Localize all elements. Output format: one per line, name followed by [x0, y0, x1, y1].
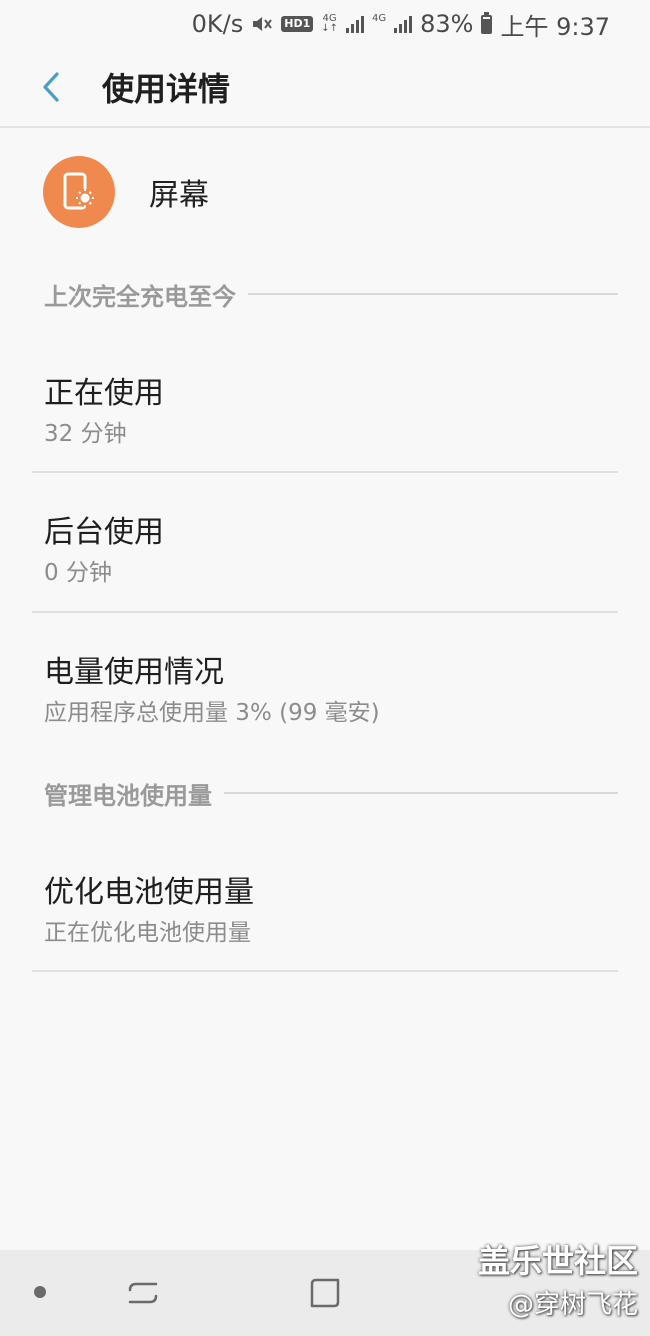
app-header: 屏幕 — [0, 155, 650, 229]
watermark-author: @穿树飞花 — [507, 1290, 638, 1320]
item-subtitle: 应用程序总使用量 3% (99 毫安) — [44, 700, 380, 726]
section-label: 管理电池使用量 — [44, 781, 212, 810]
app-name: 屏幕 — [149, 178, 209, 213]
app-bar: 使用详情 — [0, 48, 650, 128]
section-rule — [224, 792, 618, 794]
item-title: 正在使用 — [44, 376, 164, 411]
battery-icon — [481, 11, 493, 34]
app-icon — [43, 156, 115, 228]
clock: 上午 9:37 — [500, 12, 610, 41]
divider — [32, 970, 618, 972]
section-header-since-charge: 上次完全充电至今 — [44, 279, 618, 311]
recents-icon[interactable] — [126, 1276, 160, 1310]
section-header-manage-battery: 管理电池使用量 — [44, 778, 618, 810]
list-item-foreground-usage[interactable]: 正在使用 32 分钟 — [0, 334, 650, 472]
screen-brightness-icon — [63, 172, 94, 210]
back-button[interactable] — [26, 62, 76, 112]
status-bar: 0K/s HD1 4G ↓↑ 4G 83% 上午 9:37 — [0, 0, 650, 48]
list-item-background-usage[interactable]: 后台使用 0 分钟 — [0, 473, 650, 611]
watermark-title: 盖乐世社区 — [477, 1242, 638, 1280]
section-rule — [248, 293, 618, 295]
home-icon[interactable] — [308, 1276, 342, 1310]
network-type-2: 4G — [372, 13, 387, 24]
page-title: 使用详情 — [102, 70, 231, 108]
chevron-left-icon — [43, 72, 59, 102]
item-subtitle: 32 分钟 — [44, 421, 127, 447]
signal-icon-1 — [346, 15, 364, 33]
battery-percent: 83% — [420, 10, 474, 38]
mute-icon — [251, 14, 273, 34]
list-item-power-usage[interactable]: 电量使用情况 应用程序总使用量 3% (99 毫安) — [0, 613, 650, 753]
net-speed: 0K/s — [191, 10, 244, 38]
item-title: 优化电池使用量 — [44, 875, 254, 910]
item-title: 后台使用 — [44, 515, 164, 550]
item-title: 电量使用情况 — [44, 655, 224, 690]
section-label: 上次完全充电至今 — [44, 282, 236, 311]
hd-voice-icon: HD1 — [281, 16, 314, 32]
item-subtitle: 正在优化电池使用量 — [44, 920, 251, 946]
item-subtitle: 0 分钟 — [44, 560, 112, 586]
dot-icon[interactable] — [34, 1286, 46, 1298]
network-type-1: 4G ↓↑ — [321, 13, 338, 34]
signal-icon-2 — [394, 15, 413, 33]
list-item-optimize-battery[interactable]: 优化电池使用量 正在优化电池使用量 — [0, 833, 650, 971]
